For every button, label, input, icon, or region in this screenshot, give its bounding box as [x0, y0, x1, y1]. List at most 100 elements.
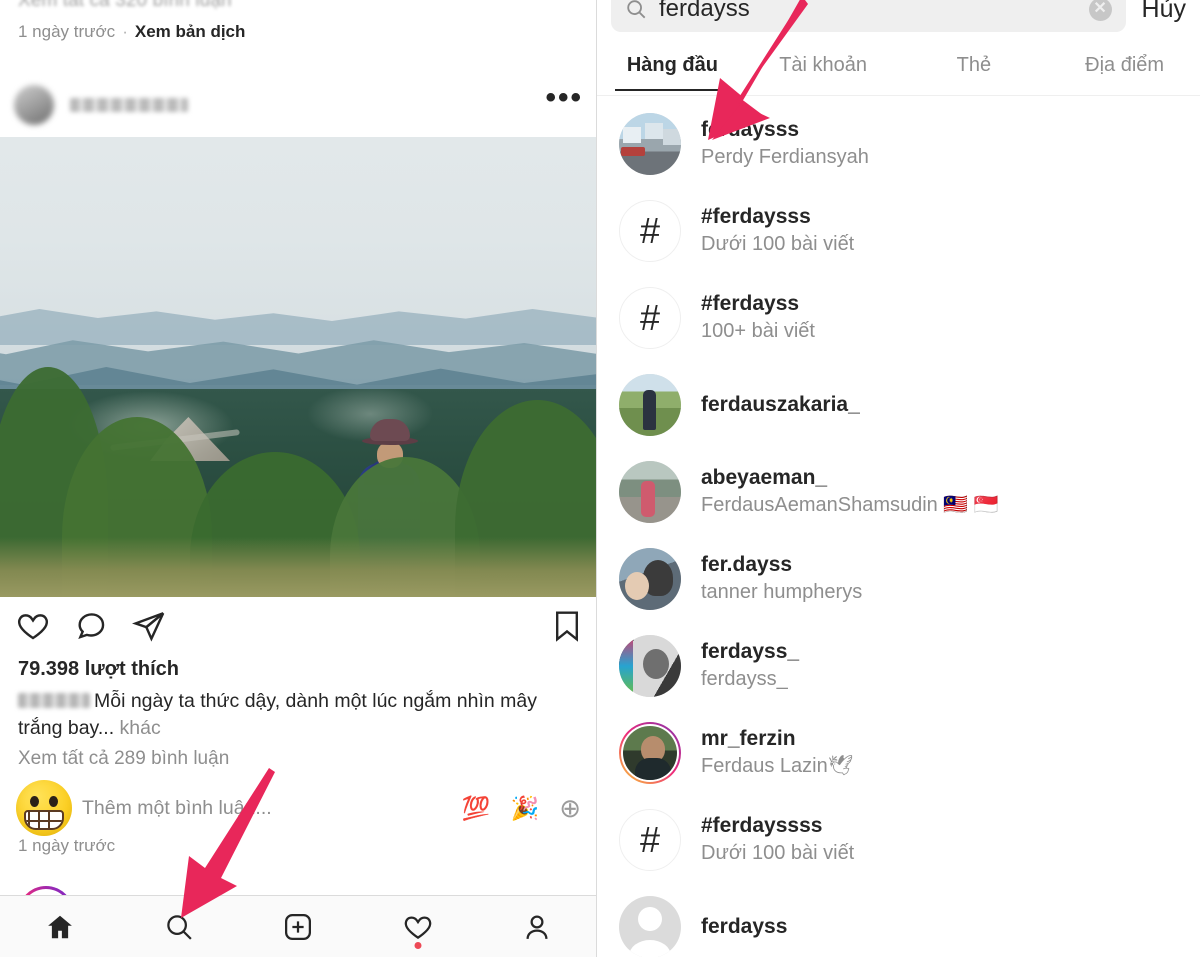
heart-icon [404, 915, 432, 939]
result-hashtag: #ferdayssss [701, 814, 823, 837]
avatar[interactable] [619, 460, 681, 523]
search-result-row[interactable]: abeyaeman_ FerdausAemanShamsudin 🇲🇾 🇸🇬 [597, 448, 1200, 535]
photo-grass [0, 537, 596, 597]
result-username: abeyaeman_ [701, 466, 828, 489]
result-username: ferdaysss [701, 118, 800, 141]
search-result-row[interactable]: ferdauszakaria_ [597, 361, 1200, 448]
result-avatar[interactable] [619, 547, 681, 610]
search-result-row[interactable]: fer.dayss tanner humpherys [597, 535, 1200, 622]
avatar[interactable] [619, 634, 681, 697]
nav-create[interactable] [276, 907, 320, 947]
result-username: ferdayss_ [701, 640, 800, 663]
caption-more-link[interactable]: khác [120, 717, 161, 739]
result-text: abeyaeman_ FerdausAemanShamsudin 🇲🇾 🇸🇬 [701, 465, 999, 518]
search-input[interactable]: ferdayss [659, 0, 1089, 23]
result-avatar[interactable]: # [619, 808, 681, 871]
caption-username-blurred[interactable] [18, 693, 90, 708]
result-avatar[interactable] [619, 373, 681, 436]
tab-top[interactable]: Hàng đầu [597, 46, 748, 91]
result-text: ferdayss [701, 914, 787, 940]
search-result-row[interactable]: # #ferdayssss Dưới 100 bài viết [597, 796, 1200, 883]
search-result-row[interactable]: mr_ferzin Ferdaus Lazin🕊 [597, 709, 1200, 796]
result-text: #ferdaysss Dưới 100 bài viết [701, 204, 854, 257]
search-result-row[interactable]: ferdaysss Perdy Ferdiansyah [597, 100, 1200, 187]
meta-separator: · [122, 22, 128, 41]
share-icon[interactable] [132, 609, 166, 643]
result-text: #ferdayssss Dưới 100 bài viết [701, 813, 854, 866]
result-avatar[interactable] [619, 634, 681, 697]
result-avatar[interactable] [619, 722, 681, 784]
result-avatar[interactable]: # [619, 199, 681, 262]
hashtag-icon: # [619, 286, 681, 349]
heart-icon[interactable] [16, 609, 50, 643]
result-avatar[interactable] [619, 112, 681, 175]
view-all-comments-link[interactable]: Xem tất cả 289 bình luận [18, 748, 229, 770]
quick-reactions: 💯 🎉 ⊕ [462, 795, 581, 821]
add-box-icon [285, 913, 312, 940]
result-hashtag: #ferdayss [701, 292, 800, 315]
avatar[interactable] [619, 112, 681, 175]
cancel-search-button[interactable]: Hủy [1142, 0, 1186, 24]
result-text: ferdauszakaria_ [701, 392, 860, 418]
nav-profile[interactable] [515, 907, 559, 947]
tab-tags[interactable]: Thẻ [899, 46, 1050, 77]
nav-activity[interactable] [396, 907, 440, 949]
post-author-username-blurred[interactable] [70, 98, 188, 112]
result-avatar[interactable] [619, 460, 681, 523]
see-translation-link[interactable]: Xem bản dịch [135, 22, 246, 42]
bookmark-icon[interactable] [553, 609, 581, 643]
result-text: #ferdayss 100+ bài viết [701, 291, 815, 344]
post-author-avatar[interactable] [14, 85, 54, 125]
post-more-options-icon[interactable]: ••• [545, 83, 583, 117]
result-post-count: Dưới 100 bài viết [701, 842, 855, 864]
bottom-navigation-bar [0, 895, 596, 957]
nav-home[interactable] [38, 907, 82, 947]
result-text: ferdayss_ ferdayss_ [701, 639, 799, 692]
person-icon [526, 914, 548, 939]
result-hashtag: #ferdaysss [701, 205, 811, 228]
add-comment-input[interactable]: Thêm một bình luận... [82, 797, 272, 820]
post-photo[interactable] [0, 137, 596, 597]
result-username: fer.dayss [701, 553, 793, 576]
avatar[interactable] [619, 547, 681, 610]
avatar[interactable] [619, 373, 681, 436]
home-icon [47, 915, 72, 938]
comments-link-cutoff[interactable]: Xem tất cả 320 bình luận [18, 0, 232, 12]
result-post-count: 100+ bài viết [701, 320, 815, 342]
search-result-row[interactable]: # #ferdayss 100+ bài viết [597, 274, 1200, 361]
post-header: ••• [0, 78, 596, 132]
avatar-with-story-ring[interactable] [619, 722, 681, 784]
reaction-100-icon[interactable]: 💯 [462, 796, 491, 820]
tab-accounts[interactable]: Tài khoản [748, 46, 899, 77]
search-tabs: Hàng đầu Tài khoản Thẻ Địa điểm [597, 46, 1200, 96]
instagram-feed-panel: Xem tất cả 320 bình luận 1 ngày trước · … [0, 0, 597, 957]
search-field[interactable]: ferdayss ✕ [611, 0, 1126, 32]
hashtag-icon: # [619, 199, 681, 262]
search-result-row[interactable]: ferdayss [597, 883, 1200, 957]
search-results-list[interactable]: ferdaysss Perdy Ferdiansyah # #ferdaysss Dướ… [597, 100, 1200, 957]
search-icon [167, 914, 192, 940]
search-result-row[interactable]: ferdayss_ ferdayss_ [597, 622, 1200, 709]
result-fullname: Perdy Ferdiansyah [701, 146, 869, 168]
result-text: fer.dayss tanner humpherys [701, 552, 862, 605]
app-screen: Xem tất cả 320 bình luận 1 ngày trước · … [0, 0, 1200, 957]
current-user-avatar-emoji[interactable] [16, 780, 72, 836]
add-comment-row: Thêm một bình luận... 💯 🎉 ⊕ [0, 780, 596, 836]
result-fullname: Ferdaus Lazin🕊 [701, 755, 854, 777]
likes-count[interactable]: 79.398 lượt thích [18, 658, 179, 681]
result-fullname: FerdausAemanShamsudin 🇲🇾 🇸🇬 [701, 494, 999, 516]
result-fullname: tanner humpherys [701, 581, 863, 603]
post-timestamp: 1 ngày trước [18, 22, 116, 41]
result-text: mr_ferzin Ferdaus Lazin🕊 [701, 726, 853, 779]
caption-text: Mỗi ngày ta thức dậy, dành một lúc ngắm … [18, 690, 538, 739]
clear-search-icon[interactable]: ✕ [1088, 0, 1112, 21]
comment-icon[interactable] [74, 609, 108, 643]
nav-search[interactable] [157, 907, 201, 947]
search-result-row[interactable]: # #ferdaysss Dưới 100 bài viết [597, 187, 1200, 274]
reaction-party-icon[interactable]: 🎉 [511, 796, 540, 820]
result-text: ferdaysss Perdy Ferdiansyah [701, 117, 869, 170]
result-avatar[interactable]: # [619, 286, 681, 349]
tab-places[interactable]: Địa điểm [1049, 46, 1200, 77]
reaction-add-icon[interactable]: ⊕ [559, 795, 581, 821]
result-avatar[interactable] [619, 895, 681, 957]
